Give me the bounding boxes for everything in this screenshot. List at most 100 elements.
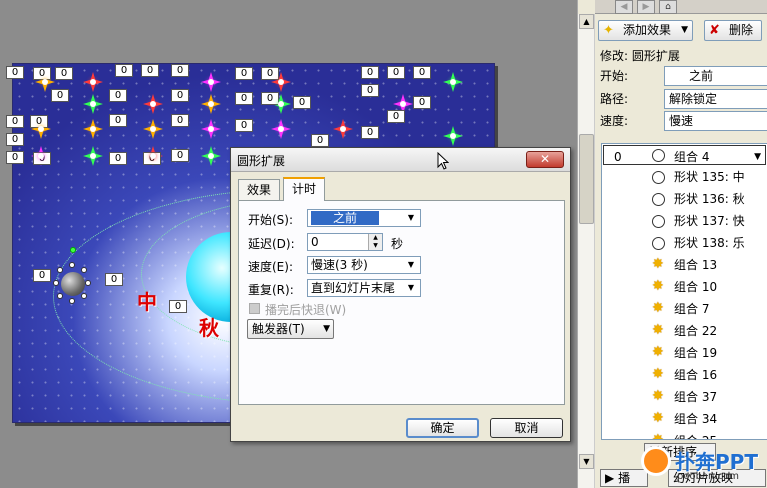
resize-handle[interactable]	[69, 262, 75, 268]
speed-select[interactable]: 慢速(3 秒) ▼	[307, 256, 421, 274]
star-sparkle[interactable]	[201, 119, 221, 139]
animation-tag: 0	[413, 66, 431, 79]
star-sparkle[interactable]	[271, 119, 291, 139]
animation-tag: 0	[33, 269, 51, 282]
circle-effect-icon	[652, 171, 665, 184]
pane-scrollbar[interactable]: ▲ ▼	[578, 14, 595, 488]
star-sparkle[interactable]	[201, 72, 221, 92]
star-sparkle[interactable]	[143, 94, 163, 114]
resize-handle[interactable]	[53, 280, 59, 286]
star-effect-icon: ✸	[652, 344, 664, 360]
star-effect-icon: ✸	[652, 300, 664, 316]
start-label: 开始(S):	[248, 213, 294, 227]
list-item[interactable]: 形状 136: 秋	[602, 188, 767, 210]
close-button[interactable]: ✕	[526, 151, 564, 168]
animation-list[interactable]: 0 组合 4 ▼ 形状 135: 中 形状 136: 秋 形状 137: 快 形…	[601, 143, 767, 440]
tab-effect[interactable]: 效果	[238, 179, 281, 200]
star-sparkle[interactable]	[143, 119, 163, 139]
list-item[interactable]: ✸ 组合 22	[602, 320, 767, 342]
animation-tag: 0	[6, 66, 24, 79]
chevron-down-icon: ▼	[407, 260, 415, 269]
add-effect-label: 添加效果	[623, 23, 672, 37]
repeat-select[interactable]: 直到幻灯片末尾 ▼	[307, 279, 421, 297]
delete-button[interactable]: ✘ 删除	[704, 20, 762, 41]
animation-tag: 0	[387, 110, 405, 123]
list-item[interactable]: ✸ 组合 7	[602, 298, 767, 320]
delete-icon: ✘	[709, 23, 720, 38]
resize-handle[interactable]	[57, 293, 63, 299]
star-sparkle[interactable]	[83, 146, 103, 166]
list-item[interactable]: 形状 138: 乐	[602, 232, 767, 254]
chevron-down-icon: ▼	[681, 25, 688, 35]
forward-icon[interactable]: ▶	[637, 0, 655, 14]
list-item[interactable]: 形状 137: 快	[602, 210, 767, 232]
animation-tag: 0	[261, 92, 279, 105]
double-chevron-down-icon: ▼	[323, 324, 330, 334]
moon-char-zhong[interactable]: 中	[137, 286, 157, 315]
home-icon[interactable]: ⌂	[659, 0, 677, 14]
resize-handle[interactable]	[85, 280, 91, 286]
custom-animation-pane: ▲ ▼ ◀ ▶ ⌂ ✦ 添加效果 ▼ ✘ 删除 修改: 圆形扩展 开始: 之前 …	[577, 0, 767, 488]
start-select[interactable]: 之前	[664, 66, 767, 86]
animation-tag: 0	[109, 114, 127, 127]
back-icon[interactable]: ◀	[615, 0, 633, 14]
delete-label: 删除	[729, 23, 754, 37]
list-item[interactable]: ✸ 组合 10	[602, 276, 767, 298]
animation-tag: 0	[361, 66, 379, 79]
close-icon: ✕	[539, 152, 551, 166]
modify-label: 修改: 圆形扩展	[600, 49, 680, 63]
list-item[interactable]: ✸ 组合 16	[602, 364, 767, 386]
resize-handle[interactable]	[69, 298, 75, 304]
circle-effect-icon	[652, 237, 665, 250]
rewind-checkbox[interactable]	[249, 303, 260, 314]
chevron-down-icon: ▼	[407, 283, 415, 292]
star-effect-icon: ✸	[652, 256, 664, 272]
list-item[interactable]: ✸ 组合 34	[602, 408, 767, 430]
add-effect-button[interactable]: ✦ 添加效果 ▼	[598, 20, 693, 41]
add-effect-icon: ✦	[603, 23, 614, 38]
path-select[interactable]: 解除锁定	[664, 89, 767, 109]
trigger-button[interactable]: 触发器(T) ▼	[247, 319, 334, 339]
list-item[interactable]: 形状 135: 中	[602, 166, 767, 188]
animation-tag: 0	[361, 84, 379, 97]
animation-tag: 0	[235, 67, 253, 80]
scroll-thumb[interactable]	[579, 134, 594, 224]
star-sparkle[interactable]	[443, 126, 463, 146]
speed-select[interactable]: 慢速	[664, 111, 767, 131]
animation-tag: 0	[235, 92, 253, 105]
scroll-up-icon[interactable]: ▲	[579, 14, 594, 29]
animation-tag: 0	[109, 152, 127, 165]
ok-button[interactable]: 确定	[406, 418, 479, 438]
star-effect-icon: ✸	[652, 278, 664, 294]
tab-timing[interactable]: 计时	[283, 177, 326, 201]
list-item[interactable]: 0 组合 4 ▼	[603, 145, 766, 165]
scroll-down-icon[interactable]: ▼	[579, 454, 594, 469]
chevron-down-icon[interactable]: ▼	[754, 146, 761, 168]
delay-input[interactable]: 0 ▲ ▼	[307, 233, 383, 251]
star-sparkle[interactable]	[83, 94, 103, 114]
resize-handle[interactable]	[57, 267, 63, 273]
resize-handle[interactable]	[81, 267, 87, 273]
list-item[interactable]: ✸ 组合 13	[602, 254, 767, 276]
list-item[interactable]: ✸组合 25	[602, 430, 767, 439]
star-sparkle[interactable]	[83, 119, 103, 139]
pane-nav-bar: ◀ ▶ ⌂	[595, 0, 767, 14]
list-item[interactable]: ✸ 组合 19	[602, 342, 767, 364]
moon-char-qiu[interactable]: 秋	[199, 312, 219, 341]
planet-shape[interactable]	[61, 272, 85, 296]
spinner-icon[interactable]: ▲ ▼	[368, 234, 382, 250]
star-sparkle[interactable]	[83, 72, 103, 92]
star-sparkle[interactable]	[443, 72, 463, 92]
resize-handle[interactable]	[81, 293, 87, 299]
list-item[interactable]: ✸ 组合 37	[602, 386, 767, 408]
start-select[interactable]: 之前 ▼	[307, 209, 421, 227]
rotation-handle[interactable]	[70, 247, 76, 253]
animation-tag: 0	[55, 67, 73, 80]
star-sparkle[interactable]	[333, 119, 353, 139]
animation-tag: 0	[6, 133, 24, 146]
dialog-titlebar[interactable]: 圆形扩展 ✕	[231, 148, 570, 172]
star-sparkle[interactable]	[201, 146, 221, 166]
cancel-button[interactable]: 取消	[490, 418, 563, 438]
animation-tag: 0	[105, 273, 123, 286]
star-sparkle[interactable]	[201, 94, 221, 114]
